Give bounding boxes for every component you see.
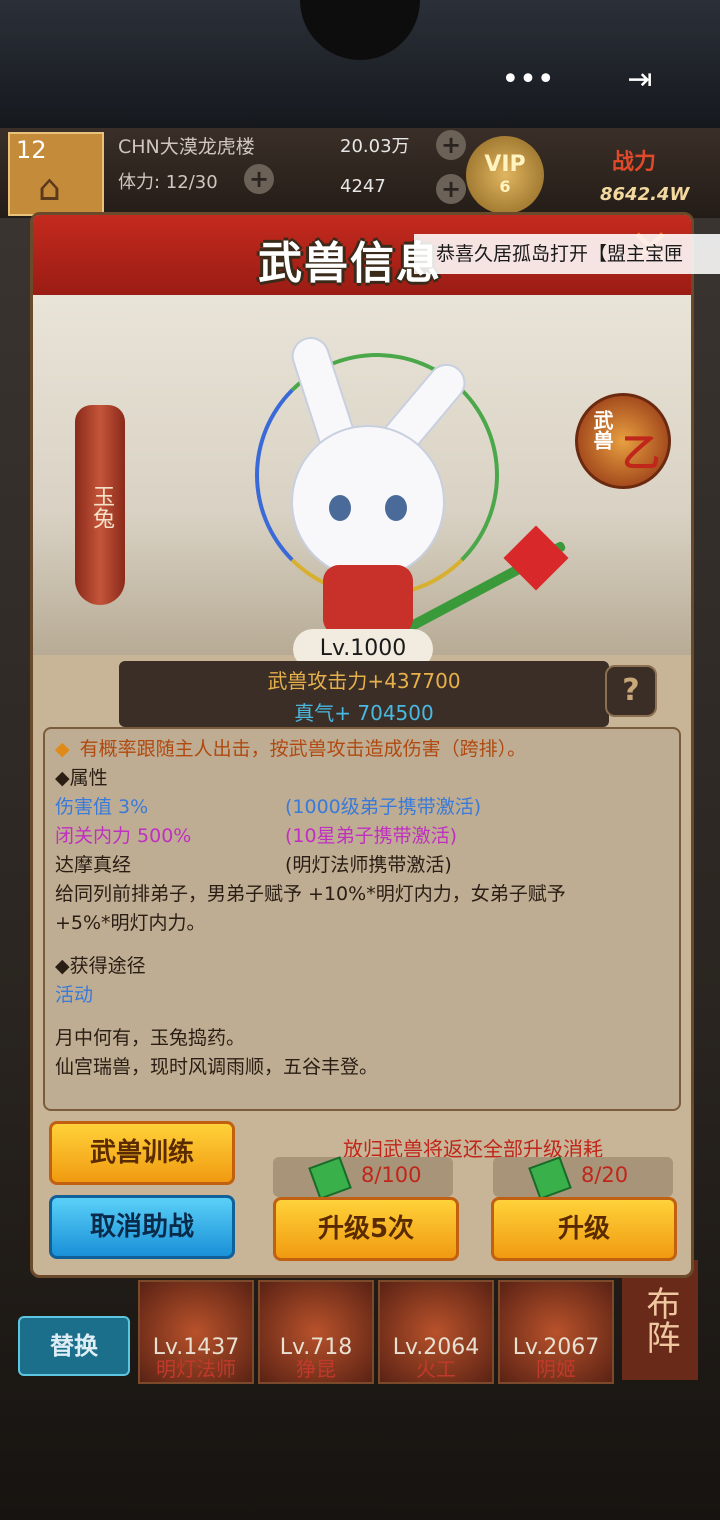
help-icon[interactable]: ? — [605, 665, 657, 717]
attribute-name: 闭关内力 500% — [55, 825, 192, 847]
jade-token-icon — [528, 1156, 572, 1200]
lore-text: 月中何有，玉兔捣药。 — [55, 1027, 246, 1049]
lore-text: 仙宫瑞兽，现时风调雨顺，五谷丰登。 — [55, 1056, 379, 1078]
attribute-row: 达摩真经 (明灯法师携带激活) — [55, 851, 669, 880]
character-name: 火工 — [416, 1357, 456, 1381]
attributes-title: ◆属性 — [55, 767, 108, 789]
grade-prefix: 武兽 — [590, 410, 614, 450]
announcement-marquee: 恭喜久居孤岛打开【盟主宝匣 — [414, 234, 720, 274]
diamond-icon: ◆ — [55, 738, 70, 760]
player-hud: 12 ⌂ CHN大漠龙虎楼 体力: 12/30 + 20.03万 + 4247 … — [0, 128, 720, 218]
player-level-badge[interactable]: 12 ⌂ — [8, 132, 104, 216]
attribute-row: 伤害值 3% (1000级弟子携带激活) — [55, 793, 669, 822]
grade-value: 乙 — [622, 431, 661, 475]
pet-attack: 武兽攻击力+437700 — [267, 669, 461, 693]
player-name: CHN大漠龙虎楼 — [118, 136, 255, 158]
cancel-assist-button[interactable]: 取消助战 — [49, 1195, 235, 1259]
train-button[interactable]: 武兽训练 — [49, 1121, 235, 1185]
attribute-row: 闭关内力 500% (10星弟子携带激活) — [55, 822, 669, 851]
bonus-text: +5%*明灯内力。 — [55, 912, 206, 934]
upgrade-5-times-button[interactable]: 升级5次 — [273, 1197, 459, 1261]
grade-badge: 武兽 乙 — [575, 393, 671, 489]
stamina: 体力: 12/30 — [118, 172, 218, 193]
silver-amount: 20.03万 — [340, 136, 410, 157]
character-name: 阴姬 — [536, 1357, 576, 1381]
character-name: 明灯法师 — [156, 1357, 236, 1381]
pet-qi: 真气+ 704500 — [294, 701, 434, 725]
cost-value: 8/20 — [581, 1163, 629, 1187]
attribute-condition: (10星弟子携带激活) — [285, 825, 458, 847]
power-value: 8642.4W — [600, 184, 690, 205]
pet-stats: 武兽攻击力+437700 真气+ 704500 — [119, 661, 609, 727]
upgrade-button[interactable]: 升级 — [491, 1197, 677, 1261]
cost-value: 8/100 — [361, 1163, 422, 1187]
add-stamina-button[interactable]: + — [244, 164, 274, 194]
rabbit-eye — [385, 495, 407, 521]
character-slot[interactable]: Lv.2067 阴姬 — [498, 1280, 614, 1384]
character-name: 狰昆 — [296, 1357, 336, 1381]
upgrade-cost: 8/20 — [493, 1156, 673, 1200]
more-dots-icon[interactable]: ••• — [496, 55, 560, 105]
rabbit-robe — [323, 565, 413, 635]
add-gold-button[interactable]: + — [436, 174, 466, 204]
bonus-text: 给同列前排弟子，男弟子赋予 +10%*明灯内力，女弟子赋予 — [55, 883, 566, 905]
formation-button[interactable]: 布阵 — [622, 1260, 698, 1380]
description-panel: ◆ 有概率跟随主人出击，按武兽攻击造成伤害（跨排）。 ◆属性 伤害值 3% (10… — [43, 727, 681, 1111]
jade-token-icon — [308, 1156, 352, 1200]
scene-top: ••• ⇥ — [0, 0, 720, 130]
attribute-condition: (1000级弟子携带激活) — [285, 796, 482, 818]
replace-button[interactable]: 替换 — [18, 1316, 130, 1376]
power-label: 战力 — [612, 150, 657, 175]
vip-level: 6 — [499, 177, 511, 196]
pet-name: 玉兔 — [89, 485, 114, 529]
attribute-name: 伤害值 3% — [55, 796, 149, 818]
vip-badge[interactable]: VIP 6 — [466, 136, 544, 214]
character-slot[interactable]: Lv.718 狰昆 — [258, 1280, 374, 1384]
add-silver-button[interactable]: + — [436, 130, 466, 160]
attribute-name: 达摩真经 — [55, 854, 132, 876]
character-slot[interactable]: Lv.2064 火工 — [378, 1280, 494, 1384]
source-title: ◆获得途径 — [55, 955, 146, 977]
gold-amount: 4247 — [340, 176, 386, 197]
chinese-knot-icon — [503, 525, 569, 591]
vip-label: VIP — [484, 152, 526, 177]
character-slot[interactable]: Lv.1437 明灯法师 — [138, 1280, 254, 1384]
pet-art-area: 玉兔 武兽 乙 — [33, 295, 691, 700]
rabbit-portrait — [291, 425, 445, 579]
exit-icon[interactable]: ⇥ — [608, 55, 672, 105]
source-link[interactable]: 活动 — [55, 981, 669, 1010]
player-level: 12 — [16, 136, 47, 164]
attribute-condition: (明灯法师携带激活) — [285, 854, 452, 876]
house-icon: ⌂ — [38, 168, 61, 209]
pet-info-dialog: 武兽信息 ✕ 玉兔 武兽 乙 Lv.1000 武兽攻击力+437700 真气+ … — [30, 212, 694, 1278]
upgrade5-cost: 8/100 — [273, 1156, 453, 1200]
rabbit-eye — [329, 495, 351, 521]
effect-text: ◆ 有概率跟随主人出击，按武兽攻击造成伤害（跨排）。 — [55, 738, 527, 760]
roof-ornament — [300, 0, 420, 60]
